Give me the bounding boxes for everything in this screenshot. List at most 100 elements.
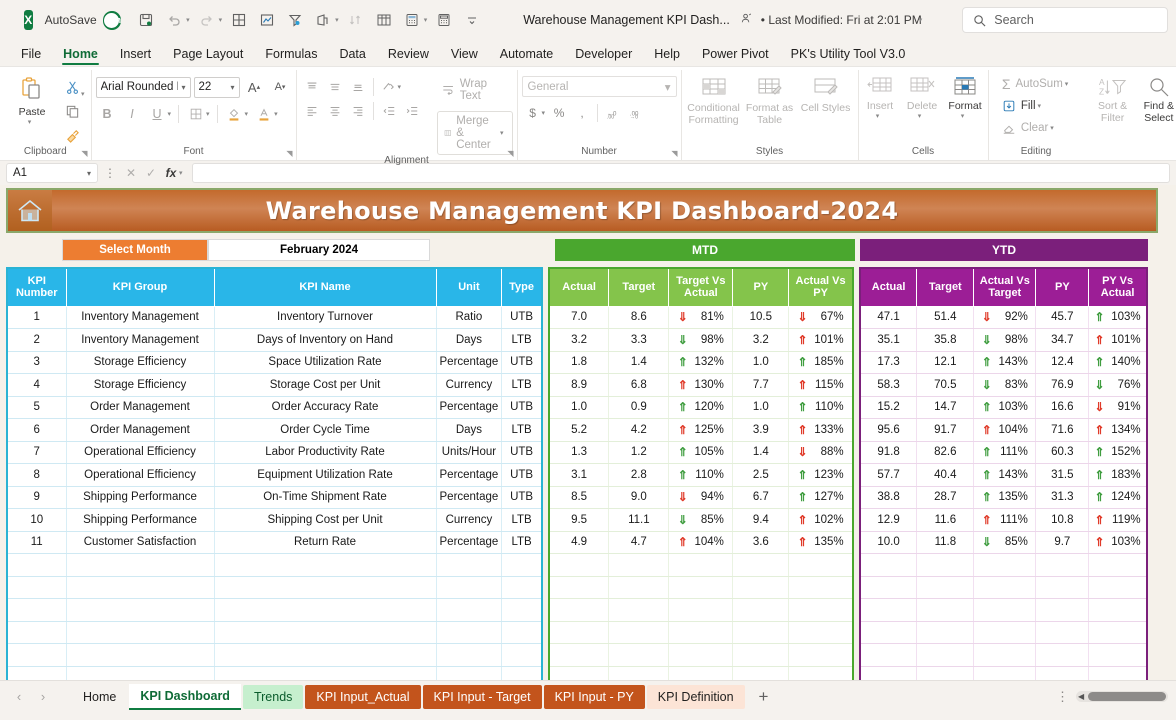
sheet-tab-trends[interactable]: Trends [242, 684, 304, 709]
increase-font-size-button[interactable]: A ▴ [243, 76, 266, 98]
currency-chevron-down-icon[interactable]: ▾ [542, 109, 546, 117]
table-row[interactable]: 5.2 4.2 ⇑ 125% 3.9 ⇑ 133% [548, 418, 854, 442]
table-row[interactable]: 7 Operational Efficiency Labor Productivit… [6, 440, 543, 464]
table-row[interactable]: 8.9 6.8 ⇑ 130% 7.7 ⇑ 115% [548, 373, 854, 397]
ribbon-tab-power-pivot[interactable]: Power Pivot [691, 44, 780, 66]
table-row[interactable]: 1.0 0.9 ⇑ 120% 1.0 ⇑ 110% [548, 395, 854, 419]
align-top-button[interactable] [301, 76, 323, 97]
cancel-entry-icon[interactable]: ✕ [122, 163, 140, 183]
delete-chevron-down-icon[interactable]: ▾ [918, 112, 922, 120]
ribbon-tab-page-layout[interactable]: Page Layout [162, 44, 254, 66]
format-as-table-button[interactable]: Format as Table [742, 74, 798, 126]
undo-icon[interactable] [161, 7, 187, 33]
currency-format-button[interactable]: $ [522, 102, 544, 123]
last-modified-label[interactable]: • Last Modified: Fri at 2:01 PM [761, 13, 922, 27]
calculator-chevron-down-icon[interactable]: ▾ [424, 16, 428, 24]
scroll-left-icon[interactable]: ◀ [1078, 692, 1084, 701]
ribbon-tab-data[interactable]: Data [328, 44, 376, 66]
sheet-tab-kpi-dashboard[interactable]: KPI Dashboard [129, 683, 241, 710]
table-row-empty[interactable] [6, 643, 543, 667]
ribbon-tab-file[interactable]: File [10, 44, 52, 66]
table-row-empty[interactable] [859, 665, 1148, 680]
ribbon-tab-automate[interactable]: Automate [489, 44, 565, 66]
table-row-empty[interactable] [6, 665, 543, 680]
table-row[interactable]: 5 Order Management Order Accuracy Rate Perc… [6, 395, 543, 419]
table-row[interactable]: 17.3 12.1 ⇑ 143% 12.4 ⇑ 140% [859, 350, 1148, 374]
table-row[interactable]: 8 Operational Efficiency Equipment Utiliza… [6, 463, 543, 487]
insert-chevron-down-icon[interactable]: ▾ [876, 112, 880, 120]
decrease-indent-button[interactable] [378, 100, 400, 121]
merge-center-button[interactable]: Merge & Center ▾ [436, 111, 513, 155]
underline-button[interactable]: U [146, 103, 169, 125]
table-row-empty[interactable] [548, 643, 854, 667]
fill-color-chevron-down-icon[interactable]: ▾ [245, 110, 249, 118]
font-size-chevron-down-icon[interactable]: ▾ [231, 83, 235, 92]
number-format-select[interactable]: General ▾ [521, 76, 677, 97]
table-row[interactable]: 57.7 40.4 ⇑ 143% 31.5 ⇑ 183% [859, 463, 1148, 487]
table-row-empty[interactable] [859, 643, 1148, 667]
find-select-button[interactable]: Find & Select [1142, 74, 1176, 124]
table-row-empty[interactable] [6, 598, 543, 622]
ribbon-tab-pk-utility-tool[interactable]: PK's Utility Tool V3.0 [780, 44, 917, 66]
underline-chevron-down-icon[interactable]: ▾ [168, 110, 172, 118]
conditional-formatting-button[interactable]: Conditional Formatting [686, 74, 742, 126]
document-title[interactable]: Warehouse Management KPI Dash... [523, 13, 730, 27]
delete-cells-button[interactable]: Delete ▾ [901, 74, 943, 120]
table-row[interactable]: 2 Inventory Management Days of Inventory o… [6, 328, 543, 352]
search-input[interactable]: Search [962, 7, 1168, 33]
font-color-button[interactable] [252, 103, 275, 125]
table-row[interactable]: 91.8 82.6 ⇑ 111% 60.3 ⇑ 152% [859, 440, 1148, 464]
percent-format-button[interactable]: % [548, 102, 570, 123]
table-row-empty[interactable] [6, 553, 543, 577]
font-name-input[interactable]: Arial Rounded MT ▾ [95, 76, 191, 98]
sheet-tab-kpi-input-target[interactable]: KPI Input - Target [422, 684, 542, 709]
alignment-dialog-launcher[interactable]: ◥ [507, 149, 513, 158]
copy-icon[interactable] [60, 100, 84, 122]
fill-color-button[interactable] [223, 103, 246, 125]
ribbon-tab-review[interactable]: Review [377, 44, 440, 66]
sheet-tab-home[interactable]: Home [72, 685, 127, 709]
align-bottom-button[interactable] [347, 76, 369, 97]
autosave-toggle[interactable]: On [102, 10, 122, 30]
decrease-decimal-button[interactable]: .00 →0 [625, 102, 647, 123]
sort-icon[interactable] [343, 7, 369, 33]
ribbon-tab-help[interactable]: Help [643, 44, 691, 66]
font-color-chevron-down-icon[interactable]: ▾ [274, 110, 278, 118]
table-row[interactable]: 38.8 28.7 ⇑ 135% 31.3 ⇑ 124% [859, 485, 1148, 509]
table-row[interactable]: 11 Customer Satisfaction Return Rate Percen… [6, 530, 543, 554]
format-chevron-down-icon[interactable]: ▾ [961, 112, 965, 120]
redo-chevron-down-icon[interactable]: ▾ [219, 16, 223, 24]
table-row-empty[interactable] [859, 598, 1148, 622]
increase-decimal-button[interactable]: ←0.00 [602, 102, 624, 123]
table-row[interactable]: 4 Storage Efficiency Storage Cost per Unit… [6, 373, 543, 397]
confirm-entry-icon[interactable]: ✓ [142, 163, 160, 183]
undo-chevron-down-icon[interactable]: ▾ [186, 16, 190, 24]
chevron-left-icon[interactable]: ‹ [8, 686, 30, 708]
borders-chevron-down-icon[interactable]: ▾ [206, 110, 210, 118]
align-middle-button[interactable] [324, 76, 346, 97]
increase-indent-button[interactable] [401, 100, 423, 121]
insert-function-icon[interactable]: fx [162, 163, 180, 183]
cell-styles-button[interactable]: Cell Styles [798, 74, 854, 114]
calculator-icon[interactable] [399, 7, 425, 33]
ribbon-tab-insert[interactable]: Insert [109, 44, 162, 66]
table-row[interactable]: 1 Inventory Management Inventory Turnover R… [6, 305, 543, 329]
table-row[interactable]: 3.2 3.3 ⇓ 98% 3.2 ⇑ 101% [548, 328, 854, 352]
table-row[interactable]: 10 Shipping Performance Shipping Cost per … [6, 508, 543, 532]
chevron-right-icon[interactable]: › [32, 686, 54, 708]
filter-icon[interactable] [282, 7, 308, 33]
customize-qat-icon[interactable] [459, 7, 485, 33]
select-month-value[interactable]: February 2024 [208, 239, 430, 261]
home-icon[interactable] [8, 190, 52, 231]
table-row-empty[interactable] [859, 620, 1148, 644]
insert-cells-button[interactable]: Insert ▾ [859, 74, 901, 120]
formula-bar-chevron-down-icon[interactable]: ▾ [179, 169, 183, 177]
table-row[interactable]: 7.0 8.6 ⇓ 81% 10.5 ⇓ 67% [548, 305, 854, 329]
ribbon-tab-view[interactable]: View [440, 44, 489, 66]
table-row[interactable]: 3 Storage Efficiency Space Utilization Rat… [6, 350, 543, 374]
sheet-tab-kpi-definition[interactable]: KPI Definition [646, 684, 745, 709]
table-row[interactable]: 1.3 1.2 ⇑ 105% 1.4 ⇓ 88% [548, 440, 854, 464]
table-row[interactable]: 9.5 11.1 ⇓ 85% 9.4 ⇑ 102% [548, 508, 854, 532]
format-cells-button[interactable]: Format ▾ [943, 74, 987, 120]
align-right-button[interactable] [347, 100, 369, 121]
